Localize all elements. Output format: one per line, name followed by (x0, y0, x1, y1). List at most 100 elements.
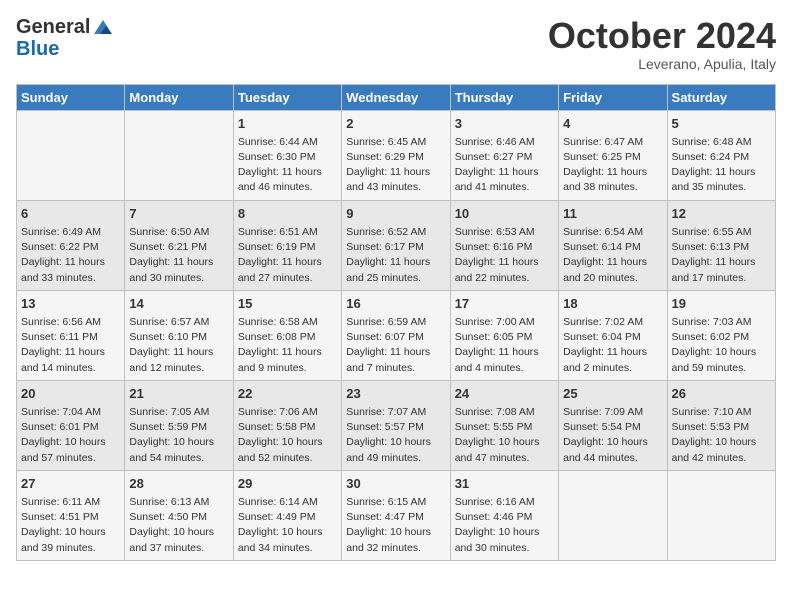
day-number: 24 (455, 385, 554, 403)
page-header: General Blue October 2024 Leverano, Apul… (16, 16, 776, 72)
day-number: 13 (21, 295, 120, 313)
day-info: Sunrise: 6:46 AMSunset: 6:27 PMDaylight:… (455, 135, 554, 196)
day-number: 16 (346, 295, 445, 313)
month-title: October 2024 (548, 16, 776, 56)
calendar-cell: 13 Sunrise: 6:56 AMSunset: 6:11 PMDayligh… (17, 290, 125, 380)
calendar-cell: 30 Sunrise: 6:15 AMSunset: 4:47 PMDayligh… (342, 470, 450, 560)
day-number: 25 (563, 385, 662, 403)
day-info: Sunrise: 6:57 AMSunset: 6:10 PMDaylight:… (129, 315, 228, 376)
day-info: Sunrise: 6:15 AMSunset: 4:47 PMDaylight:… (346, 495, 445, 556)
weekday-header-tuesday: Tuesday (233, 84, 341, 110)
calendar-cell: 17Sunrise: 7:00 AMSunset: 6:05 PMDayligh… (450, 290, 558, 380)
day-number: 18 (563, 295, 662, 313)
day-number: 6 (21, 205, 120, 223)
day-info: Sunrise: 7:08 AMSunset: 5:55 PMDaylight:… (455, 405, 554, 466)
calendar-cell: 24 Sunrise: 7:08 AMSunset: 5:55 PMDayligh… (450, 380, 558, 470)
calendar-cell: 8 Sunrise: 6:51 AMSunset: 6:19 PMDaylight… (233, 200, 341, 290)
weekday-header-monday: Monday (125, 84, 233, 110)
calendar-cell: 20 Sunrise: 7:04 AMSunset: 6:01 PMDayligh… (17, 380, 125, 470)
day-number: 15 (238, 295, 337, 313)
logo-icon (92, 18, 114, 36)
calendar-cell: 26 Sunrise: 7:10 AMSunset: 5:53 PMDayligh… (667, 380, 775, 470)
location-subtitle: Leverano, Apulia, Italy (548, 56, 776, 72)
day-info: Sunrise: 6:49 AMSunset: 6:22 PMDaylight:… (21, 225, 120, 286)
calendar-cell: 11Sunrise: 6:54 AMSunset: 6:14 PMDayligh… (559, 200, 667, 290)
day-number: 12 (672, 205, 771, 223)
day-info: Sunrise: 6:48 AMSunset: 6:24 PMDaylight:… (672, 135, 771, 196)
calendar-cell: 5 Sunrise: 6:48 AMSunset: 6:24 PMDaylight… (667, 110, 775, 200)
calendar-cell: 10 Sunrise: 6:53 AMSunset: 6:16 PMDayligh… (450, 200, 558, 290)
day-info: Sunrise: 6:11 AMSunset: 4:51 PMDaylight:… (21, 495, 120, 556)
calendar-cell: 27 Sunrise: 6:11 AMSunset: 4:51 PMDayligh… (17, 470, 125, 560)
day-number: 22 (238, 385, 337, 403)
weekday-header-thursday: Thursday (450, 84, 558, 110)
calendar-cell: 15Sunrise: 6:58 AMSunset: 6:08 PMDayligh… (233, 290, 341, 380)
day-number: 31 (455, 475, 554, 493)
calendar-week-2: 6 Sunrise: 6:49 AMSunset: 6:22 PMDaylight… (17, 200, 776, 290)
day-number: 19 (672, 295, 771, 313)
weekday-header-saturday: Saturday (667, 84, 775, 110)
calendar-cell: 21Sunrise: 7:05 AMSunset: 5:59 PMDayligh… (125, 380, 233, 470)
day-info: Sunrise: 6:44 AMSunset: 6:30 PMDaylight:… (238, 135, 337, 196)
day-number: 4 (563, 115, 662, 133)
day-info: Sunrise: 7:04 AMSunset: 6:01 PMDaylight:… (21, 405, 120, 466)
calendar-cell (17, 110, 125, 200)
day-info: Sunrise: 7:00 AMSunset: 6:05 PMDaylight:… (455, 315, 554, 376)
calendar-cell: 31 Sunrise: 6:16 AMSunset: 4:46 PMDayligh… (450, 470, 558, 560)
logo-general: General (16, 16, 90, 38)
day-number: 5 (672, 115, 771, 133)
calendar-cell: 16 Sunrise: 6:59 AMSunset: 6:07 PMDayligh… (342, 290, 450, 380)
day-info: Sunrise: 7:10 AMSunset: 5:53 PMDaylight:… (672, 405, 771, 466)
day-number: 28 (129, 475, 228, 493)
weekday-header-wednesday: Wednesday (342, 84, 450, 110)
day-info: Sunrise: 6:47 AMSunset: 6:25 PMDaylight:… (563, 135, 662, 196)
day-info: Sunrise: 6:14 AMSunset: 4:49 PMDaylight:… (238, 495, 337, 556)
calendar-cell: 19 Sunrise: 7:03 AMSunset: 6:02 PMDayligh… (667, 290, 775, 380)
calendar-week-5: 27 Sunrise: 6:11 AMSunset: 4:51 PMDayligh… (17, 470, 776, 560)
day-info: Sunrise: 6:50 AMSunset: 6:21 PMDaylight:… (129, 225, 228, 286)
day-number: 26 (672, 385, 771, 403)
calendar-cell (667, 470, 775, 560)
calendar-cell: 23Sunrise: 7:07 AMSunset: 5:57 PMDayligh… (342, 380, 450, 470)
day-number: 20 (21, 385, 120, 403)
day-number: 8 (238, 205, 337, 223)
calendar-cell: 9Sunrise: 6:52 AMSunset: 6:17 PMDaylight… (342, 200, 450, 290)
calendar-cell: 12 Sunrise: 6:55 AMSunset: 6:13 PMDayligh… (667, 200, 775, 290)
calendar-cell: 2 Sunrise: 6:45 AMSunset: 6:29 PMDaylight… (342, 110, 450, 200)
day-number: 1 (238, 115, 337, 133)
calendar-cell (125, 110, 233, 200)
day-number: 29 (238, 475, 337, 493)
day-info: Sunrise: 6:56 AMSunset: 6:11 PMDaylight:… (21, 315, 120, 376)
day-info: Sunrise: 6:54 AMSunset: 6:14 PMDaylight:… (563, 225, 662, 286)
logo-blue: Blue (16, 38, 59, 60)
calendar-cell: 6 Sunrise: 6:49 AMSunset: 6:22 PMDaylight… (17, 200, 125, 290)
day-number: 14 (129, 295, 228, 313)
day-info: Sunrise: 7:05 AMSunset: 5:59 PMDaylight:… (129, 405, 228, 466)
calendar-week-4: 20 Sunrise: 7:04 AMSunset: 6:01 PMDayligh… (17, 380, 776, 470)
day-number: 10 (455, 205, 554, 223)
logo: General Blue (16, 16, 114, 60)
calendar-cell: 28Sunrise: 6:13 AMSunset: 4:50 PMDayligh… (125, 470, 233, 560)
title-area: October 2024 Leverano, Apulia, Italy (548, 16, 776, 72)
calendar-cell: 22 Sunrise: 7:06 AMSunset: 5:58 PMDayligh… (233, 380, 341, 470)
day-info: Sunrise: 6:59 AMSunset: 6:07 PMDaylight:… (346, 315, 445, 376)
day-info: Sunrise: 7:06 AMSunset: 5:58 PMDaylight:… (238, 405, 337, 466)
day-info: Sunrise: 6:55 AMSunset: 6:13 PMDaylight:… (672, 225, 771, 286)
day-info: Sunrise: 7:02 AMSunset: 6:04 PMDaylight:… (563, 315, 662, 376)
weekday-header-sunday: Sunday (17, 84, 125, 110)
day-info: Sunrise: 6:16 AMSunset: 4:46 PMDaylight:… (455, 495, 554, 556)
weekday-header-row: SundayMondayTuesdayWednesdayThursdayFrid… (17, 84, 776, 110)
calendar-cell: 14 Sunrise: 6:57 AMSunset: 6:10 PMDayligh… (125, 290, 233, 380)
day-number: 27 (21, 475, 120, 493)
day-info: Sunrise: 7:03 AMSunset: 6:02 PMDaylight:… (672, 315, 771, 376)
day-info: Sunrise: 6:51 AMSunset: 6:19 PMDaylight:… (238, 225, 337, 286)
day-number: 2 (346, 115, 445, 133)
day-number: 9 (346, 205, 445, 223)
day-info: Sunrise: 6:53 AMSunset: 6:16 PMDaylight:… (455, 225, 554, 286)
calendar-week-3: 13 Sunrise: 6:56 AMSunset: 6:11 PMDayligh… (17, 290, 776, 380)
calendar-cell: 29 Sunrise: 6:14 AMSunset: 4:49 PMDayligh… (233, 470, 341, 560)
day-number: 30 (346, 475, 445, 493)
day-info: Sunrise: 7:07 AMSunset: 5:57 PMDaylight:… (346, 405, 445, 466)
day-info: Sunrise: 6:45 AMSunset: 6:29 PMDaylight:… (346, 135, 445, 196)
calendar-week-1: 1 Sunrise: 6:44 AMSunset: 6:30 PMDaylight… (17, 110, 776, 200)
